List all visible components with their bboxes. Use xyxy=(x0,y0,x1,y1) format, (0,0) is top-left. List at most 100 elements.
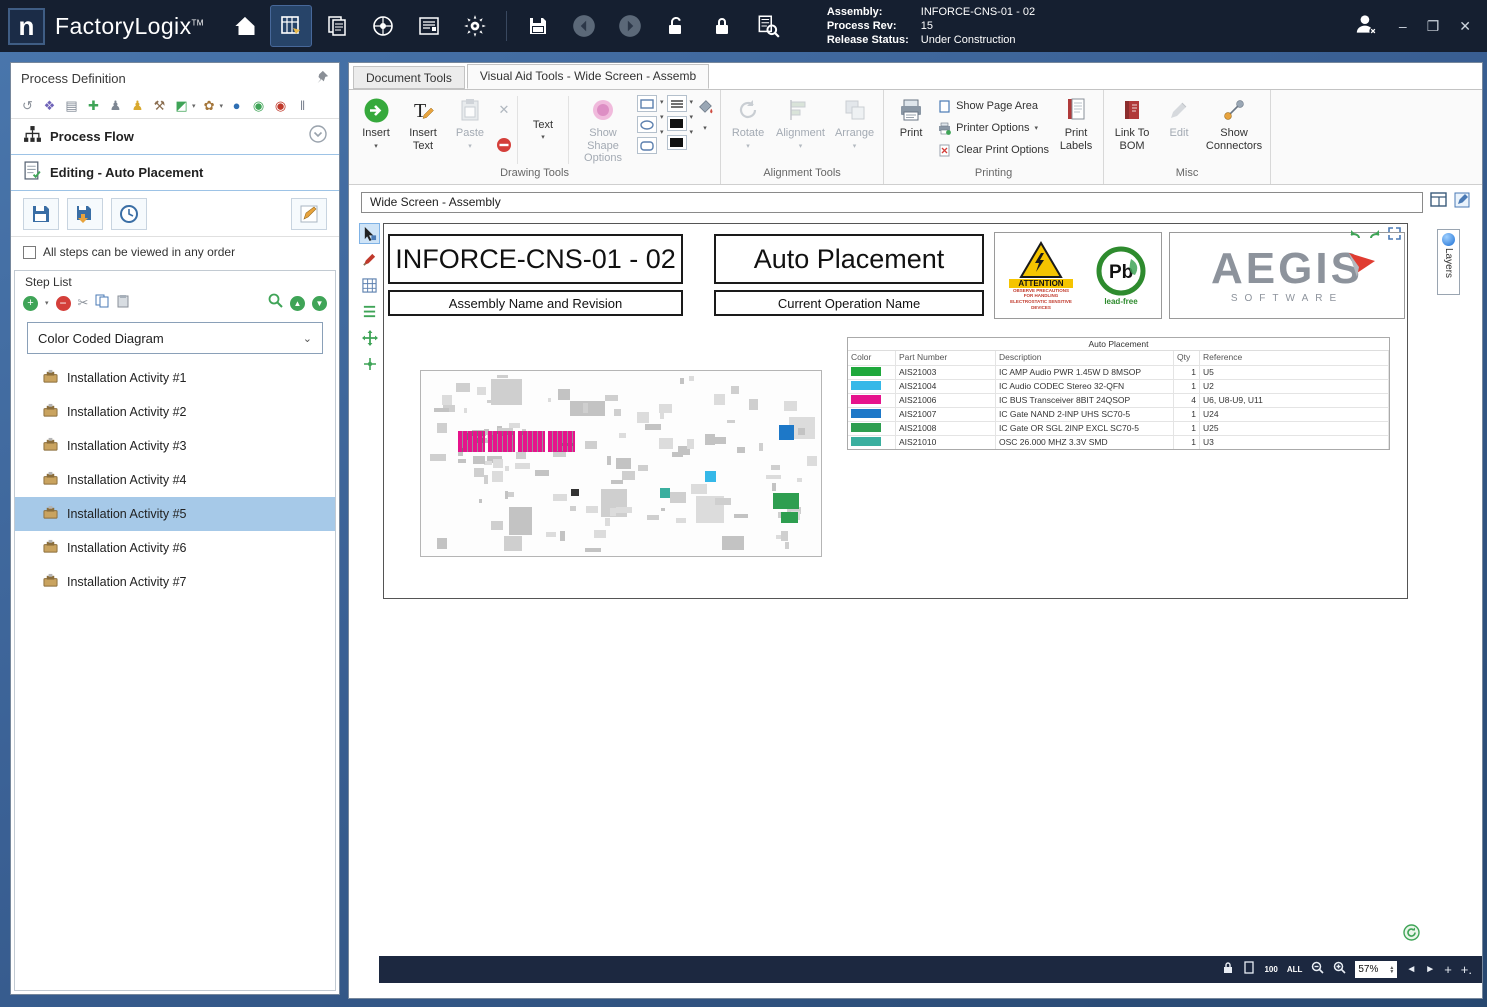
rectangle-tool[interactable] xyxy=(637,95,657,112)
show-connectors-button[interactable]: Show Connectors xyxy=(1202,93,1266,167)
add-icon[interactable]: + xyxy=(1444,962,1452,977)
visual-aid-page[interactable]: INFORCE-CNS-01 - 02 Assembly Name and Re… xyxy=(383,223,1408,599)
documents-icon[interactable] xyxy=(316,5,358,47)
palette-caret-icon[interactable]: ▾ xyxy=(220,102,224,110)
alignment-button[interactable]: Alignment ▾ xyxy=(771,93,830,167)
edit-notes-button[interactable] xyxy=(291,198,327,230)
user-role-icon[interactable]: ♟ xyxy=(129,97,146,114)
rounded-rect-caret-icon[interactable]: ▾ xyxy=(660,128,664,136)
tools-icon[interactable]: ⚒ xyxy=(151,97,168,114)
add-step-caret-icon[interactable]: ▾ xyxy=(45,299,49,307)
prev-icon[interactable]: ◄ xyxy=(1406,964,1416,975)
edit-button[interactable]: Edit xyxy=(1156,93,1202,167)
paste-icon[interactable] xyxy=(116,294,130,313)
layers-tab[interactable]: Layers xyxy=(1437,229,1460,295)
rotate-button[interactable]: Rotate ▾ xyxy=(725,93,771,167)
block-icon[interactable] xyxy=(496,137,512,158)
import-icon[interactable]: ✚ xyxy=(85,97,102,114)
insert-button[interactable]: Insert ▾ xyxy=(353,93,399,167)
rectangle-caret-icon[interactable]: ▾ xyxy=(660,98,664,106)
zoom-in-icon[interactable] xyxy=(1333,961,1346,979)
step-item[interactable]: Installation Activity #2 xyxy=(15,395,335,429)
fill-color-caret-icon[interactable]: ▾ xyxy=(690,128,694,136)
copy-icon[interactable] xyxy=(95,294,109,313)
history-button[interactable] xyxy=(111,198,147,230)
step-item[interactable]: Installation Activity #3 xyxy=(15,429,335,463)
minimize-button[interactable]: – xyxy=(1399,18,1407,34)
line-style-tool[interactable] xyxy=(667,95,687,112)
show-shape-options-button[interactable]: Show Shape Options xyxy=(571,93,635,167)
shapes-icon[interactable]: ◩ xyxy=(173,97,190,114)
list-tool-icon[interactable] xyxy=(359,301,380,322)
close-button[interactable]: ✕ xyxy=(1459,18,1471,35)
diagram-type-dropdown[interactable]: Color Coded Diagram ⌄ xyxy=(27,322,323,354)
line-style-caret-icon[interactable]: ▾ xyxy=(690,98,694,106)
assembly-name-box[interactable]: INFORCE-CNS-01 - 02 xyxy=(388,234,683,284)
arrange-button[interactable]: Arrange ▾ xyxy=(830,93,879,167)
cut-icon[interactable]: ✂ xyxy=(78,295,89,311)
print-icon[interactable]: ▤ xyxy=(63,97,80,114)
aegis-logo-box[interactable]: AEGIS SOFTWARE xyxy=(1169,232,1405,319)
pointer-tool-icon[interactable] xyxy=(359,223,380,244)
unlock-icon[interactable] xyxy=(655,5,697,47)
undo-icon[interactable]: ↺ xyxy=(19,97,36,114)
collapse-chevron-icon[interactable] xyxy=(309,125,327,148)
zoom-spinner[interactable]: ▲▼ xyxy=(1389,966,1394,974)
move-tool-icon[interactable] xyxy=(359,327,380,348)
step-item[interactable]: Installation Activity #7 xyxy=(15,565,335,599)
save-open-button[interactable] xyxy=(67,198,103,230)
printer-options-button[interactable]: Printer Options ▾ xyxy=(938,117,1049,139)
home-icon[interactable] xyxy=(224,5,266,47)
print-labels-button[interactable]: Print Labels xyxy=(1053,93,1099,167)
add-dot-icon[interactable]: +. xyxy=(1461,962,1472,977)
fill-color-swatch[interactable] xyxy=(667,135,687,150)
palette-icon[interactable]: ✿ xyxy=(201,97,218,114)
start-icon[interactable]: ◉ xyxy=(250,97,267,114)
user-icon[interactable] xyxy=(1353,11,1379,42)
clear-print-options-button[interactable]: Clear Print Options xyxy=(938,139,1049,161)
lock-icon[interactable] xyxy=(701,5,743,47)
zoom-out-icon[interactable] xyxy=(1311,961,1324,979)
lock-zoom-icon[interactable] xyxy=(1222,961,1234,979)
rounded-rect-tool[interactable] xyxy=(637,137,657,154)
step-item[interactable]: Installation Activity #5 xyxy=(15,497,335,531)
insert-text-button[interactable]: T Insert Text xyxy=(399,93,447,167)
zoom-step-icon[interactable] xyxy=(268,293,283,313)
zoom-100-icon[interactable]: 100 xyxy=(1264,965,1277,974)
step-item[interactable]: Installation Activity #1 xyxy=(15,361,335,395)
tab-document-tools[interactable]: Document Tools xyxy=(353,66,465,89)
compass-icon[interactable] xyxy=(362,5,404,47)
gear-icon[interactable] xyxy=(454,5,496,47)
maximize-button[interactable]: ❐ xyxy=(1427,18,1440,35)
assembly-caption-box[interactable]: Assembly Name and Revision xyxy=(388,290,683,316)
zoom-level-input[interactable]: 57% ▲▼ xyxy=(1355,961,1397,978)
undo-green-icon[interactable] xyxy=(1348,227,1362,245)
user-icon[interactable]: ♟ xyxy=(107,97,124,114)
step-item[interactable]: Installation Activity #6 xyxy=(15,531,335,565)
globe-icon[interactable]: ● xyxy=(228,97,245,114)
format-brush-icon[interactable] xyxy=(359,249,380,270)
save-step-button[interactable] xyxy=(23,198,59,230)
record-icon[interactable]: ◉ xyxy=(272,97,289,114)
design-canvas[interactable]: INFORCE-CNS-01 - 02 Assembly Name and Re… xyxy=(349,215,1482,956)
ellipse-tool[interactable] xyxy=(637,116,657,133)
redo-green-icon[interactable] xyxy=(1368,227,1382,245)
pause-icon[interactable]: ‖ xyxy=(294,97,311,114)
remove-step-icon[interactable]: − xyxy=(56,296,71,311)
pin-icon[interactable] xyxy=(315,70,329,87)
add-step-icon[interactable]: + xyxy=(23,296,38,311)
ellipse-caret-icon[interactable]: ▾ xyxy=(660,113,664,121)
edit-document-icon[interactable] xyxy=(1454,192,1470,213)
pcb-diagram[interactable] xyxy=(420,370,822,557)
process-flow-row[interactable]: Process Flow xyxy=(11,119,339,155)
operation-caption-box[interactable]: Current Operation Name xyxy=(714,290,984,316)
forward-icon[interactable] xyxy=(609,5,651,47)
order-checkbox[interactable] xyxy=(23,246,36,259)
expand-icon[interactable] xyxy=(1388,227,1401,245)
next-icon[interactable]: ► xyxy=(1425,964,1435,975)
zoom-all-icon[interactable]: ALL xyxy=(1287,965,1303,974)
paint-bucket-icon[interactable] xyxy=(696,97,714,120)
line-color-swatch[interactable] xyxy=(667,116,687,131)
line-color-caret-icon[interactable]: ▾ xyxy=(690,113,694,121)
shapes-caret-icon[interactable]: ▾ xyxy=(192,102,196,110)
